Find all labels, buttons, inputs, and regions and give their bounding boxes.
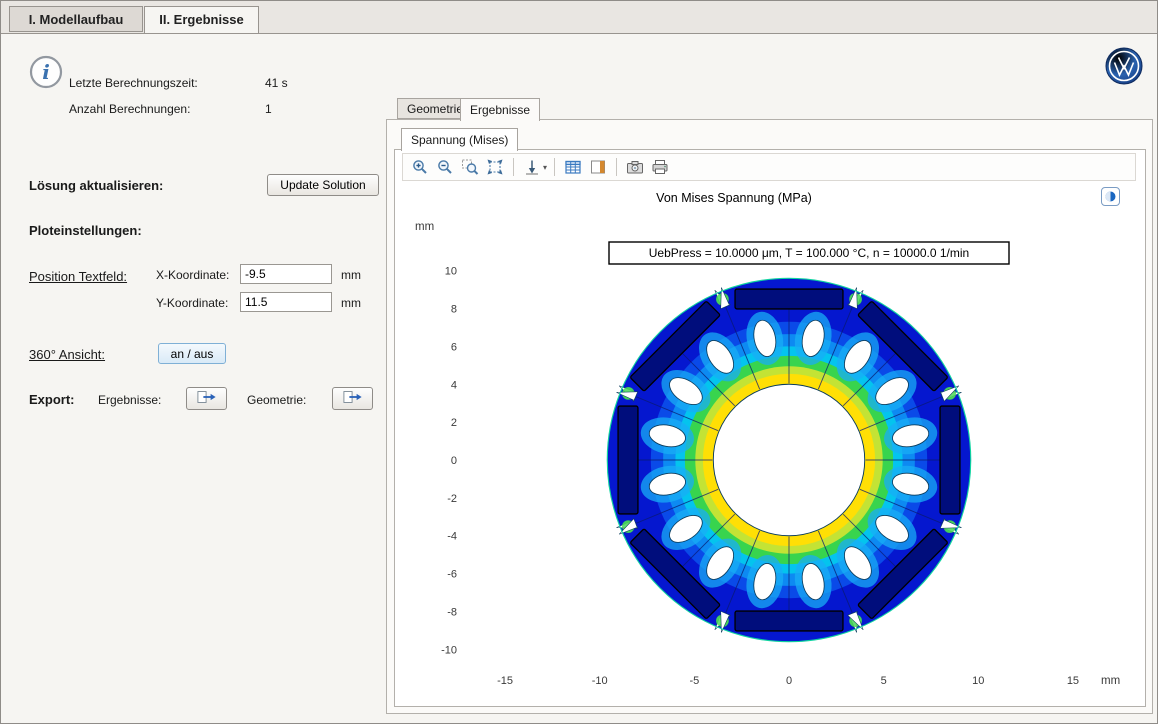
position-textfield-label: Position Textfeld: [29,269,127,284]
y-tick-label: -4 [447,531,457,543]
y-tick-label: -6 [447,569,457,581]
y-tick-label: 10 [445,266,457,278]
color-legend-icon[interactable] [587,156,609,178]
tab-ergebnisse-plot[interactable]: Ergebnisse [460,98,540,121]
app-window: I. Modellaufbau II. Ergebnisse i Letzte … [0,0,1158,724]
y-coordinate-label: Y-Koordinate: [156,296,228,310]
update-solution-button[interactable]: Update Solution [267,174,379,196]
export-results-label: Ergebnisse: [98,393,161,407]
annotation-text: UebPress = 10.0000 μm, T = 100.000 °C, n… [649,246,969,260]
x-tick-label: -15 [497,675,513,687]
view-360-label: 360° Ansicht: [29,347,105,362]
y-tick-label: 4 [451,379,457,391]
snapshot-icon[interactable] [624,156,646,178]
x-tick-label: 15 [1067,675,1079,687]
plot-settings-heading: Ploteinstellungen: [29,223,142,238]
y-tick-label: 6 [451,341,457,353]
update-solution-label: Lösung aktualisieren: [29,178,163,193]
y-coordinate-unit: mm [341,296,361,310]
zoom-extents-icon[interactable] [484,156,506,178]
x-axis-unit: mm [1101,675,1120,687]
export-geometry-button[interactable] [332,387,373,410]
view-360-toggle-button[interactable]: an / aus [158,343,226,364]
x-tick-label: 10 [972,675,984,687]
toolbar-separator [513,158,514,176]
plot-menu-icon[interactable] [1101,187,1120,206]
svg-text:i: i [42,60,50,84]
x-tick-label: 5 [881,675,887,687]
x-coordinate-input[interactable] [240,264,332,284]
y-coordinate-input[interactable] [240,292,332,312]
zoom-selection-icon[interactable] [459,156,481,178]
y-axis-unit: mm [415,221,434,233]
export-geometry-icon [343,390,363,407]
default-view-dropdown-icon[interactable]: ▾ [543,163,547,172]
plot-canvas[interactable]: Von Mises Spannung (MPa) mm mm UebPress … [399,184,1141,702]
tab-modellaufbau[interactable]: I. Modellaufbau [9,6,143,32]
y-tick-label: -10 [441,644,457,656]
plot-toolbar: ▾ [402,153,1136,181]
info-icon: i [29,55,63,92]
export-geometry-label: Geometrie: [247,393,306,407]
toolbar-separator [554,158,555,176]
y-tick-label: 8 [451,304,457,316]
print-icon[interactable] [649,156,671,178]
y-tick-label: 0 [451,455,457,467]
calc-count-value: 1 [265,102,272,116]
plot-title: Von Mises Spannung (MPa) [656,191,812,205]
export-results-icon [197,390,217,407]
tab-spannung-mises[interactable]: Spannung (Mises) [401,128,518,151]
y-tick-label: 2 [451,417,457,429]
vw-logo [1105,47,1143,88]
main-tabstrip: I. Modellaufbau II. Ergebnisse [1,1,1157,34]
default-view-icon[interactable] [521,156,543,178]
export-results-button[interactable] [186,387,227,410]
last-calc-time-value: 41 s [265,76,288,90]
zoom-out-icon[interactable] [434,156,456,178]
x-coordinate-unit: mm [341,268,361,282]
x-coordinate-label: X-Koordinate: [156,268,229,282]
export-heading: Export: [29,392,75,407]
x-tick-label: 0 [786,675,792,687]
tab-ergebnisse[interactable]: II. Ergebnisse [144,6,259,34]
y-tick-label: -8 [447,606,457,618]
last-calc-time-label: Letzte Berechnungszeit: [69,76,198,90]
x-tick-label: -10 [592,675,608,687]
grid-icon[interactable] [562,156,584,178]
zoom-in-icon[interactable] [409,156,431,178]
toolbar-separator [616,158,617,176]
y-tick-label: -2 [447,493,457,505]
x-tick-label: -5 [689,675,699,687]
calc-count-label: Anzahl Berechnungen: [69,102,190,116]
